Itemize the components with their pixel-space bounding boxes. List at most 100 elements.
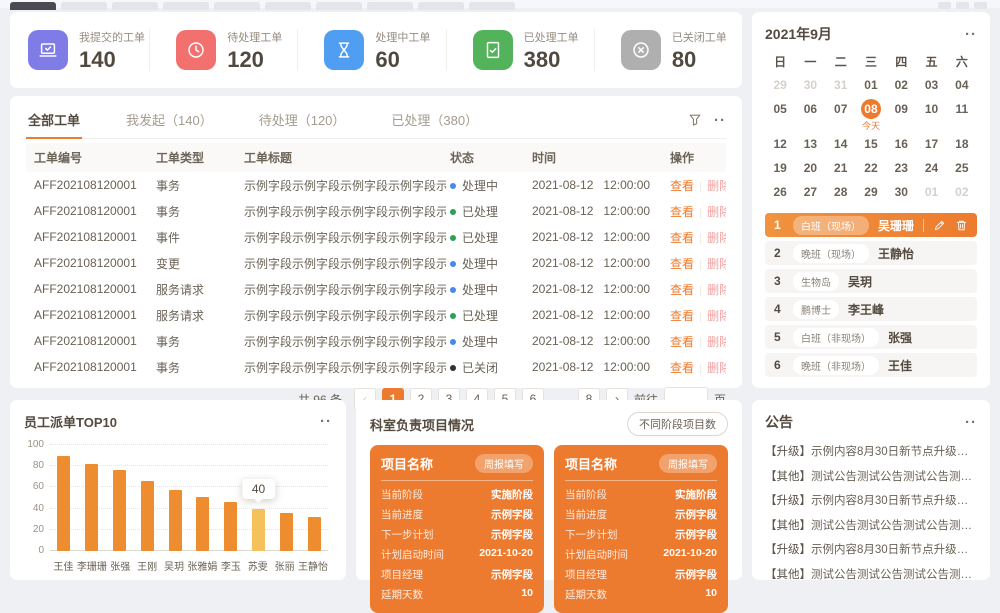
worklist-tab[interactable]: 已处理（380） <box>389 108 480 138</box>
delete-link[interactable]: 删除 <box>707 361 726 375</box>
delete-link[interactable]: 删除 <box>707 205 726 219</box>
more-options-icon[interactable]: ·· <box>714 113 726 128</box>
shift-row[interactable]: 6晚班（非现场）王佳 <box>765 353 977 377</box>
trash-icon[interactable] <box>955 219 968 232</box>
window-control[interactable] <box>938 2 951 9</box>
calendar-day[interactable]: 14 <box>826 134 856 156</box>
stat-card[interactable]: 待处理工单120 <box>149 29 297 71</box>
browser-tab[interactable] <box>214 2 260 10</box>
bar[interactable] <box>113 470 126 551</box>
calendar-day[interactable]: 20 <box>795 158 825 180</box>
calendar-day[interactable]: 28 <box>826 182 856 204</box>
calendar-day[interactable]: 29 <box>765 75 795 97</box>
browser-tab[interactable] <box>418 2 464 10</box>
browser-tab[interactable] <box>265 2 311 10</box>
edit-icon[interactable] <box>933 219 946 232</box>
announcement-item[interactable]: 【其他】测试公告测试公告测试公告测试公告测试公告 <box>765 563 977 588</box>
delete-link[interactable]: 删除 <box>707 231 726 245</box>
view-link[interactable]: 查看 <box>670 179 694 193</box>
more-options-icon[interactable]: ·· <box>320 414 332 429</box>
stat-card[interactable]: 处理中工单60 <box>297 29 445 71</box>
browser-tab[interactable] <box>163 2 209 10</box>
delete-link[interactable]: 删除 <box>707 257 726 271</box>
calendar-day[interactable]: 01 <box>856 75 886 97</box>
view-link[interactable]: 查看 <box>670 205 694 219</box>
stat-card[interactable]: 我提交的工单140 <box>10 29 149 71</box>
calendar-day[interactable]: 02 <box>886 75 916 97</box>
calendar-day[interactable]: 21 <box>826 158 856 180</box>
more-options-icon[interactable]: ·· <box>965 27 977 42</box>
browser-tab[interactable] <box>61 2 107 10</box>
calendar-day[interactable]: 02 <box>947 182 977 204</box>
stage-count-button[interactable]: 不同阶段项目数 <box>627 412 728 436</box>
view-link[interactable]: 查看 <box>670 335 694 349</box>
calendar-day[interactable]: 08今天 <box>856 99 886 132</box>
stat-card[interactable]: 已关闭工单80 <box>594 29 742 71</box>
delete-link[interactable]: 删除 <box>707 283 726 297</box>
bar[interactable] <box>141 481 154 551</box>
weekly-report-button[interactable]: 周报填写 <box>659 454 717 473</box>
stat-card[interactable]: 已处理工单380 <box>446 29 594 71</box>
bar[interactable] <box>196 497 209 551</box>
bar[interactable] <box>57 456 70 551</box>
worklist-tab[interactable]: 我发起（140） <box>124 108 215 138</box>
calendar-day[interactable]: 07 <box>826 99 856 132</box>
calendar-day[interactable]: 05 <box>765 99 795 132</box>
bar[interactable] <box>280 513 293 551</box>
calendar-day[interactable]: 24 <box>916 158 946 180</box>
delete-link[interactable]: 删除 <box>707 309 726 323</box>
browser-tab[interactable] <box>316 2 362 10</box>
delete-link[interactable]: 删除 <box>707 335 726 349</box>
announcement-item[interactable]: 【其他】测试公告测试公告测试公告测试公告测试公告 <box>765 465 977 490</box>
browser-tab[interactable] <box>112 2 158 10</box>
calendar-day[interactable]: 04 <box>947 75 977 97</box>
worklist-tab[interactable]: 全部工单 <box>26 108 82 139</box>
view-link[interactable]: 查看 <box>670 309 694 323</box>
view-link[interactable]: 查看 <box>670 283 694 297</box>
view-link[interactable]: 查看 <box>670 361 694 375</box>
delete-link[interactable]: 删除 <box>707 179 726 193</box>
bar[interactable] <box>224 502 237 551</box>
browser-tab[interactable] <box>10 2 56 10</box>
bar[interactable] <box>169 490 182 551</box>
calendar-day[interactable]: 01 <box>916 182 946 204</box>
calendar-day[interactable]: 11 <box>947 99 977 132</box>
calendar-day[interactable]: 16 <box>886 134 916 156</box>
shift-row[interactable]: 4鹏博士李王峰 <box>765 297 977 321</box>
announcement-item[interactable]: 【升级】示例内容8月30日新节点升级计划通知 <box>765 489 977 514</box>
calendar-day[interactable]: 12 <box>765 134 795 156</box>
bar[interactable] <box>308 517 321 551</box>
browser-tab[interactable] <box>469 2 515 10</box>
calendar-day[interactable]: 03 <box>916 75 946 97</box>
calendar-day[interactable]: 18 <box>947 134 977 156</box>
announcement-item[interactable]: 【其他】测试公告测试公告测试公告测试公告测试公告 <box>765 514 977 539</box>
view-link[interactable]: 查看 <box>670 257 694 271</box>
filter-icon[interactable] <box>688 113 702 127</box>
bar[interactable] <box>252 509 265 551</box>
window-control[interactable] <box>956 2 969 9</box>
calendar-day[interactable]: 29 <box>856 182 886 204</box>
worklist-tab[interactable]: 待处理（120） <box>257 108 348 138</box>
calendar-day[interactable]: 27 <box>795 182 825 204</box>
weekly-report-button[interactable]: 周报填写 <box>475 454 533 473</box>
shift-row[interactable]: 3生物岛吴玥 <box>765 269 977 293</box>
calendar-day[interactable]: 15 <box>856 134 886 156</box>
shift-row[interactable]: 1白班（现场）吴珊珊 <box>765 213 977 237</box>
window-control[interactable] <box>974 2 987 9</box>
calendar-day[interactable]: 30 <box>886 182 916 204</box>
shift-row[interactable]: 5白班（非现场）张强 <box>765 325 977 349</box>
shift-row[interactable]: 2晚班（现场）王静怡 <box>765 241 977 265</box>
calendar-day[interactable]: 26 <box>765 182 795 204</box>
announcement-item[interactable]: 【升级】示例内容8月30日新节点升级计划通知 <box>765 538 977 563</box>
calendar-day[interactable]: 06 <box>795 99 825 132</box>
calendar-day[interactable]: 19 <box>765 158 795 180</box>
calendar-day[interactable]: 17 <box>916 134 946 156</box>
calendar-day[interactable]: 30 <box>795 75 825 97</box>
announcement-item[interactable]: 【升级】示例内容8月30日新节点升级计划通知 <box>765 440 977 465</box>
browser-tab[interactable] <box>367 2 413 10</box>
more-options-icon[interactable]: ·· <box>965 415 977 430</box>
calendar-day[interactable]: 23 <box>886 158 916 180</box>
calendar-day[interactable]: 25 <box>947 158 977 180</box>
calendar-day[interactable]: 22 <box>856 158 886 180</box>
calendar-day[interactable]: 13 <box>795 134 825 156</box>
